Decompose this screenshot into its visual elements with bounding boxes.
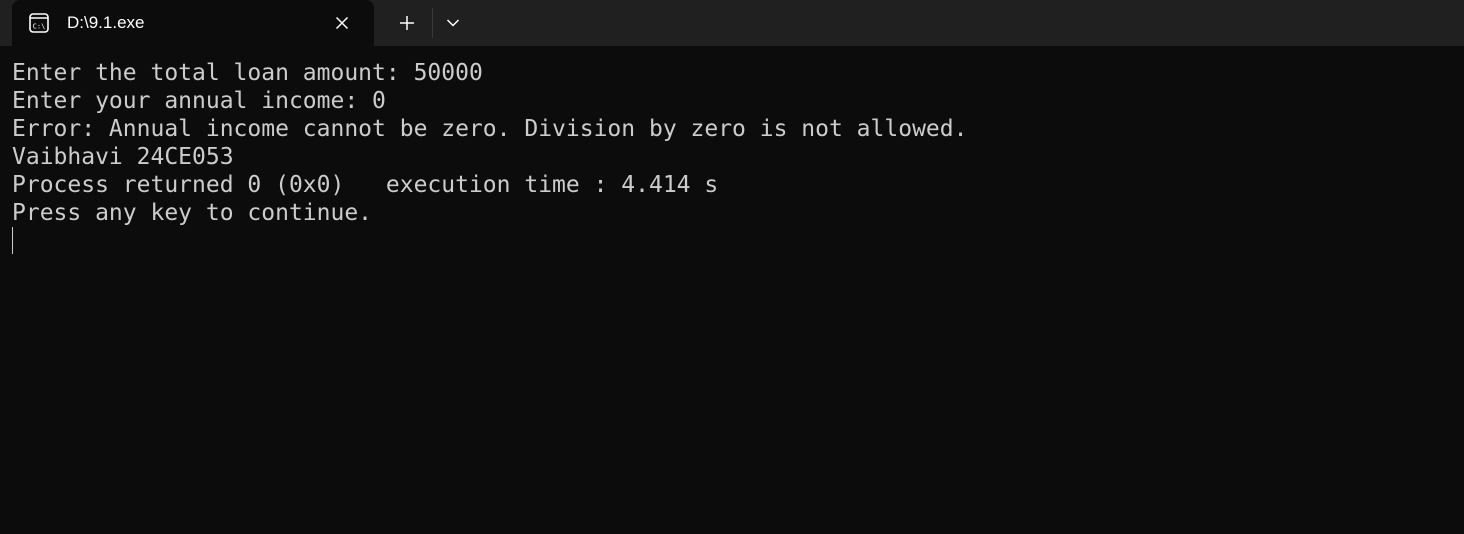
terminal-lines: Enter the total loan amount: 50000 Enter…	[12, 59, 967, 227]
terminal-output[interactable]: Enter the total loan amount: 50000 Enter…	[0, 46, 1464, 534]
terminal-line: Vaibhavi 24CE053	[12, 144, 234, 170]
terminal-line: Enter your annual income: 0	[12, 88, 386, 114]
tab-separator	[432, 8, 433, 38]
tab-bar: C:\ D:\9.1.exe	[0, 0, 1464, 46]
terminal-line: Error: Annual income cannot be zero. Div…	[12, 116, 968, 142]
terminal-line: Process returned 0 (0x0) execution time …	[12, 172, 719, 198]
plus-icon[interactable]	[392, 9, 422, 37]
terminal-line: Press any key to continue.	[12, 200, 373, 226]
terminal-window: C:\ D:\9.1.exe Enter the total loan amou…	[0, 0, 1464, 534]
svg-text:C:\: C:\	[33, 23, 46, 31]
tab-title: D:\9.1.exe	[67, 13, 145, 32]
tab-active[interactable]: C:\ D:\9.1.exe	[12, 0, 374, 46]
console-icon: C:\	[29, 13, 49, 33]
chevron-down-icon[interactable]	[438, 9, 468, 37]
text-cursor	[12, 227, 13, 254]
terminal-line: Enter the total loan amount: 50000	[12, 60, 483, 86]
close-icon[interactable]	[330, 11, 354, 35]
